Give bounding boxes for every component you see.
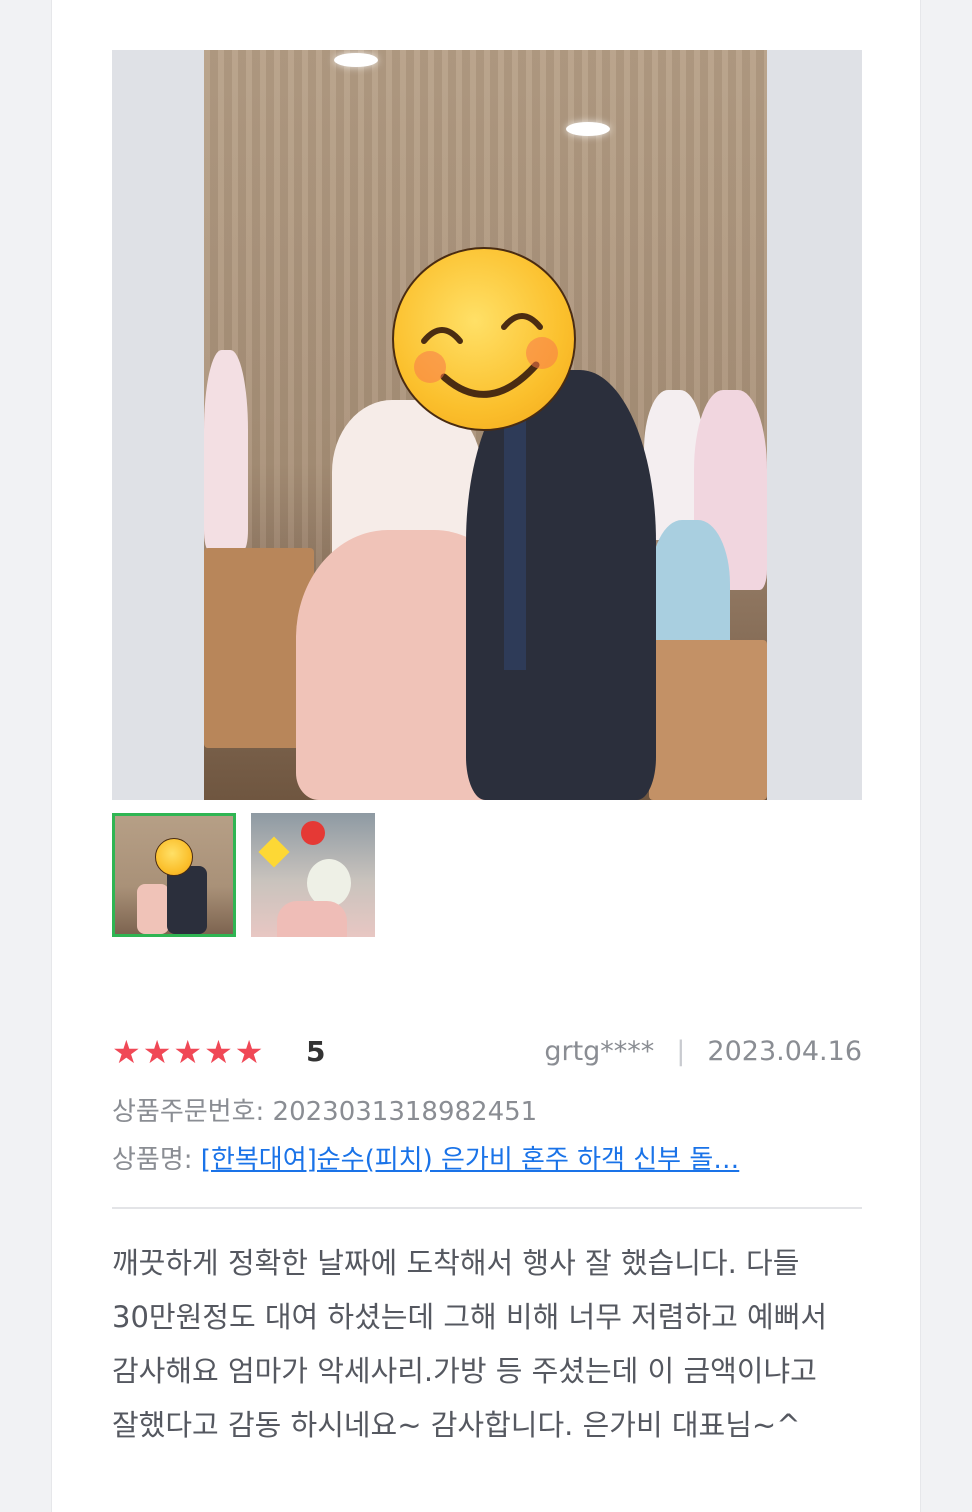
star-icon: ★ <box>234 1033 264 1071</box>
order-number-label: 상품주문번호: <box>112 1097 265 1127</box>
photo-couple-image <box>204 50 767 800</box>
review-date: 2023.04.16 <box>707 1036 862 1067</box>
meta-separator: | <box>676 1036 686 1067</box>
star-icon: ★ <box>173 1033 203 1071</box>
smiling-face-icon <box>155 838 193 876</box>
product-name-line: 상품명: [한복대여]순수(피치) 은가비 혼주 하객 신부 돌… <box>112 1142 739 1178</box>
rating-score: 5 <box>306 1035 326 1068</box>
order-number-line: 상품주문번호: 2023031318982451 <box>112 1094 537 1130</box>
divider <box>112 1207 862 1209</box>
star-icon: ★ <box>142 1033 172 1071</box>
review-main-photo[interactable] <box>112 50 862 800</box>
review-body: 깨끗하게 정확한 날짜에 도착해서 행사 잘 했습니다. 다들 30만원정도 대… <box>112 1246 828 1442</box>
thumb-bouquet-photo[interactable] <box>251 813 375 937</box>
review-author: grtg**** <box>544 1036 655 1067</box>
product-name-link[interactable]: [한복대여]순수(피치) 은가비 혼주 하객 신부 돌… <box>201 1145 739 1175</box>
order-number-value: 2023031318982451 <box>272 1097 538 1127</box>
star-icon: ★ <box>204 1033 233 1071</box>
product-name-label: 상품명: <box>112 1145 193 1175</box>
thumb-couple-photo[interactable] <box>112 813 236 937</box>
smiling-face-icon <box>392 247 576 431</box>
review-meta: grtg**** | 2023.04.16 <box>544 1032 862 1072</box>
star-icon: ★ <box>112 1033 141 1071</box>
rating-row: ★ ★ ★ ★ ★ 5 grtg**** | 2023.04.16 <box>112 1032 862 1072</box>
star-rating: ★ ★ ★ ★ ★ <box>112 1032 263 1072</box>
